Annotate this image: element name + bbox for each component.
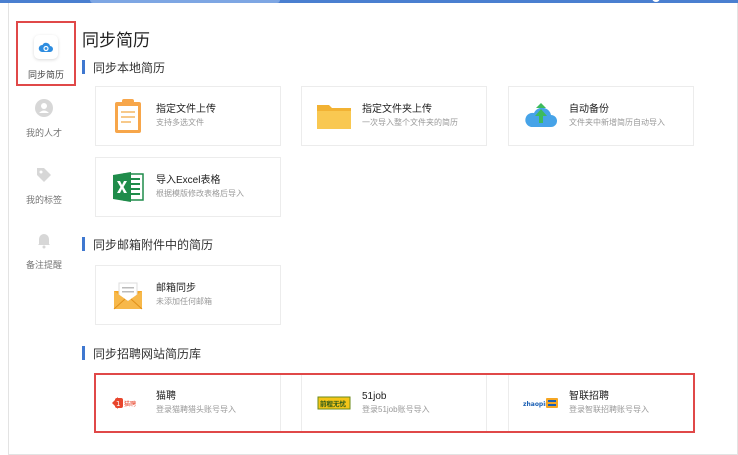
section-title: 同步邮箱附件中的简历 [93, 237, 214, 252]
page-title: 同步简历 [82, 31, 150, 50]
section-header-site: 同步招聘网站简历库 [82, 345, 201, 361]
sidebar-item-sync-resume[interactable]: 同步简历 [16, 21, 76, 86]
person-icon [32, 96, 56, 120]
card-subtitle: 登录智联招聘账号导入 [569, 405, 649, 414]
card-subtitle: 登录猫聘猎头账号导入 [156, 405, 236, 414]
sidebar-item-label: 备注提醒 [25, 260, 62, 270]
card-mail-sync[interactable]: 邮箱同步 未添加任何邮箱 [95, 265, 281, 325]
card-title: 智联招聘 [569, 391, 609, 402]
card-title: 邮箱同步 [156, 283, 196, 294]
sidebar-item-my-tags[interactable]: 我的标签 [14, 163, 74, 227]
card-title: 自动备份 [569, 104, 609, 115]
main-content: 同步简历 同步本地简历 指定文件上传 支持多选文件 指定文件夹上传 一次导入整个… [82, 0, 732, 455]
card-upload-folder[interactable]: 指定文件夹上传 一次导入整个文件夹的简历 [301, 86, 487, 146]
svg-text:猫聘: 猫聘 [124, 400, 136, 408]
clipboard-file-icon [108, 98, 148, 134]
card-subtitle: 登录51job账号导入 [362, 405, 430, 414]
cloud-upload-icon [521, 98, 561, 134]
51job-logo-icon: 前程无忧 [314, 385, 354, 421]
card-title: 指定文件夹上传 [362, 104, 432, 115]
section-header-mail: 同步邮箱附件中的简历 [82, 236, 213, 252]
sidebar-item-label: 我的标签 [25, 195, 62, 205]
section-accent-bar [82, 60, 85, 74]
svg-text:zhaopin: zhaopin [523, 401, 550, 408]
maopin-logo-icon: 1 猫聘 [108, 385, 148, 421]
card-subtitle: 未添加任何邮箱 [156, 297, 212, 306]
card-subtitle: 根据模版修改表格后导入 [156, 189, 244, 198]
sidebar-item-reminders[interactable]: 备注提醒 [14, 228, 74, 292]
svg-text:前程无忧: 前程无忧 [320, 399, 347, 408]
card-zhaopin[interactable]: zhaopin 智联招聘 登录智联招聘账号导入 [508, 373, 694, 433]
folder-icon [314, 98, 354, 134]
sidebar-item-label: 同步简历 [27, 70, 64, 80]
card-subtitle: 文件夹中新增简历自动导入 [569, 118, 665, 127]
bell-icon [32, 228, 56, 252]
card-upload-file[interactable]: 指定文件上传 支持多选文件 [95, 86, 281, 146]
card-auto-backup[interactable]: 自动备份 文件夹中新增简历自动导入 [508, 86, 694, 146]
envelope-icon [108, 277, 148, 313]
card-title: 猫聘 [156, 391, 176, 402]
card-import-excel[interactable]: 导入Excel表格 根据模版修改表格后导入 [95, 157, 281, 217]
card-subtitle: 支持多选文件 [156, 118, 204, 127]
cloud-sync-icon [34, 35, 58, 59]
svg-text:1: 1 [116, 400, 120, 408]
card-title: 导入Excel表格 [156, 175, 221, 186]
section-accent-bar [82, 237, 85, 251]
card-51job[interactable]: 前程无忧 51job 登录51job账号导入 [301, 373, 487, 433]
section-title: 同步本地简历 [93, 60, 166, 75]
card-title: 51job [362, 391, 387, 402]
tag-icon [32, 163, 56, 187]
sidebar-item-label: 我的人才 [25, 128, 62, 138]
card-subtitle: 一次导入整个文件夹的简历 [362, 118, 458, 127]
section-title: 同步招聘网站简历库 [93, 346, 202, 361]
excel-icon [108, 169, 148, 205]
card-title: 指定文件上传 [156, 104, 216, 115]
zhaopin-logo-icon: zhaopin [521, 385, 561, 421]
sidebar-item-my-talent[interactable]: 我的人才 [14, 96, 74, 160]
sidebar: 同步简历 我的人才 我的标签 备注提醒 [8, 10, 83, 450]
card-maopin[interactable]: 1 猫聘 猫聘 登录猫聘猎头账号导入 [95, 373, 281, 433]
section-accent-bar [82, 346, 85, 360]
section-header-local: 同步本地简历 [82, 59, 165, 75]
